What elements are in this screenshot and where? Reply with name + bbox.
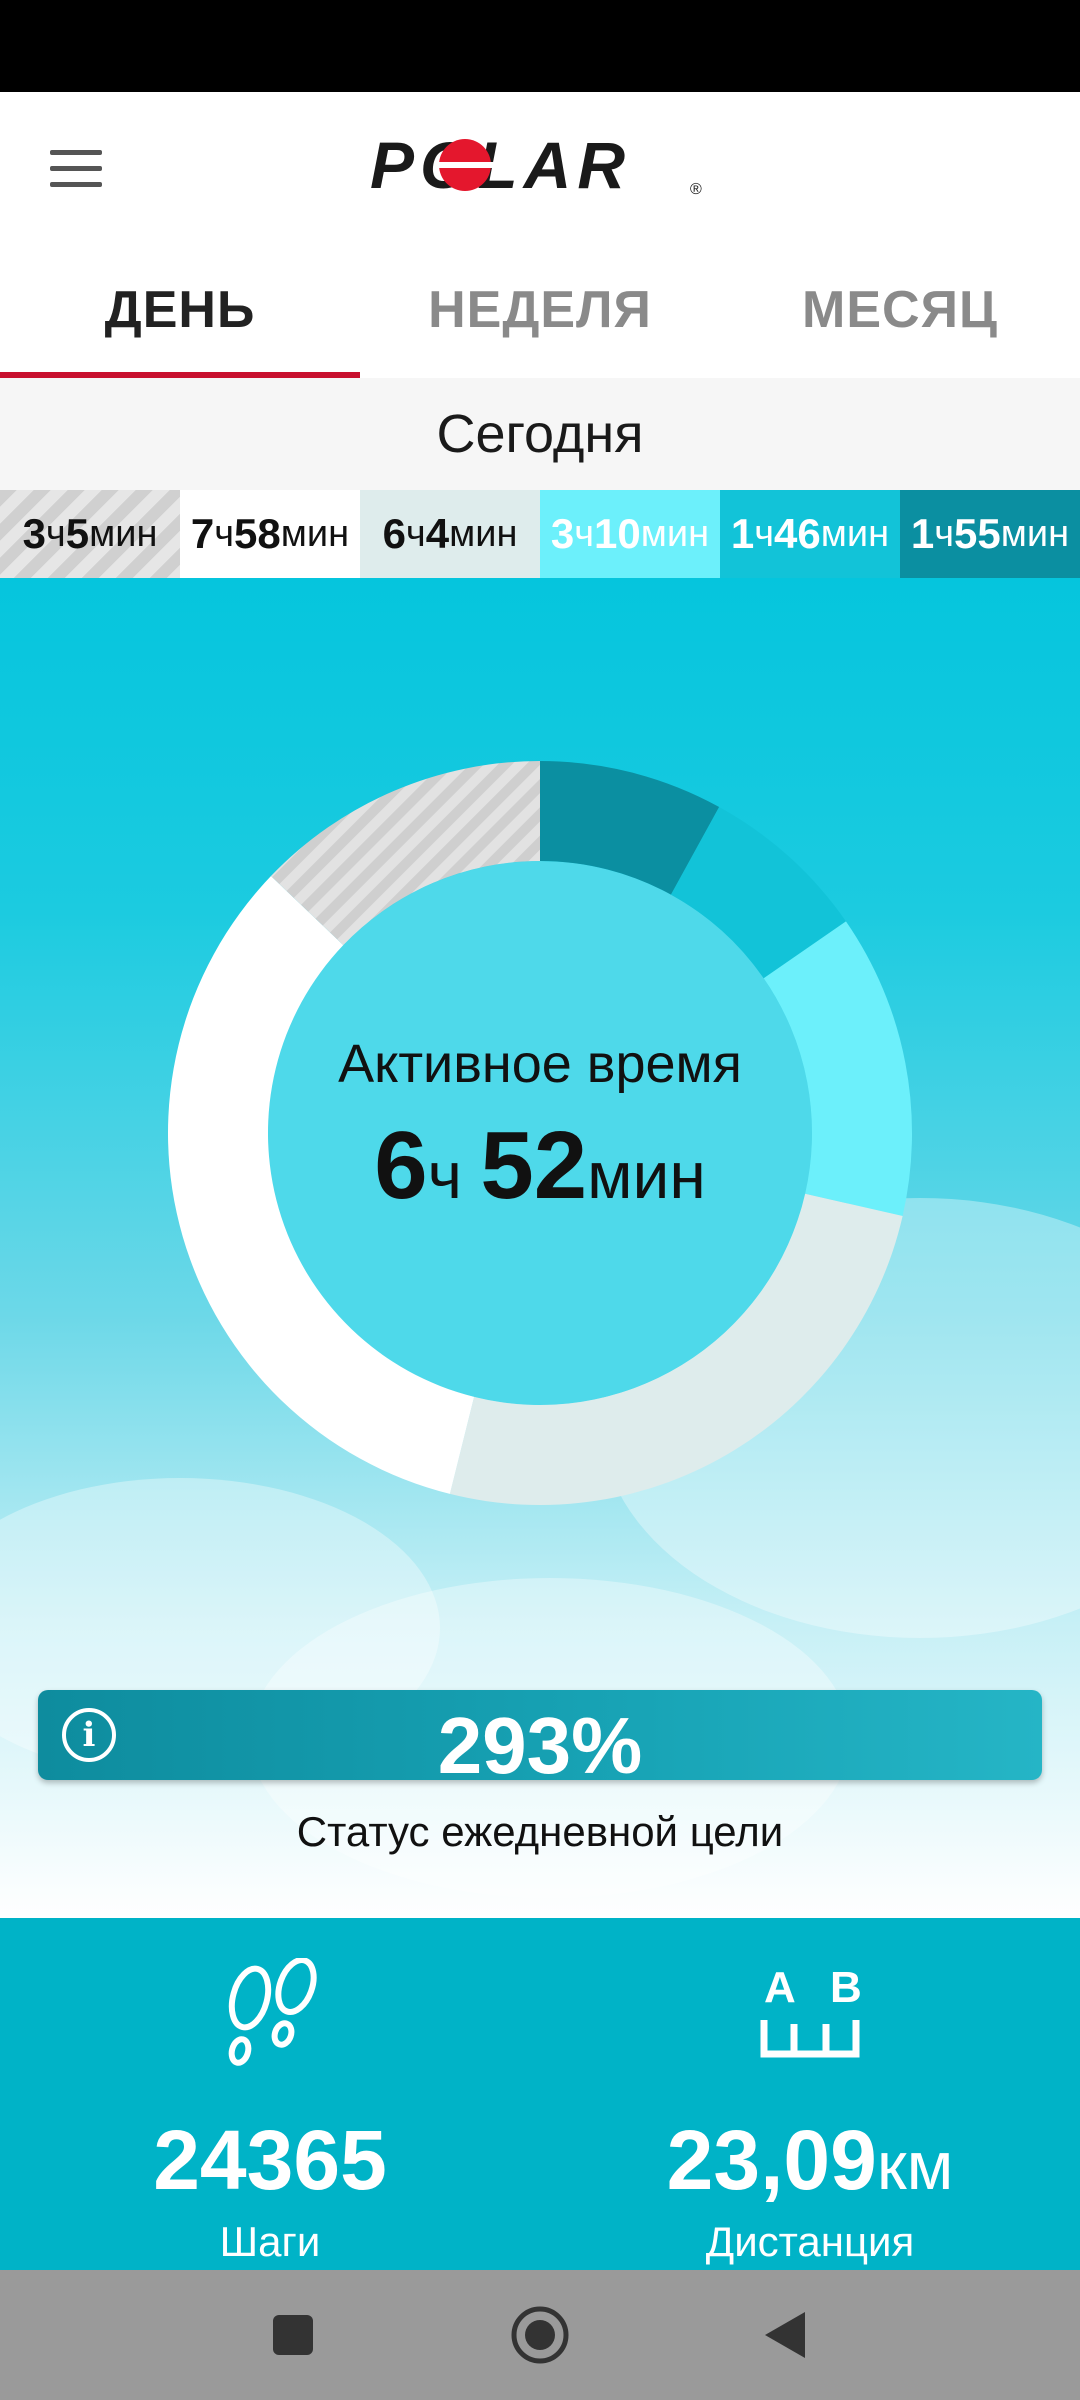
distance-label: Дистанция (705, 2218, 915, 2265)
zone-medium[interactable]: 6 ч 4 мин (360, 490, 540, 578)
active-time-value: 6ч 52мин (374, 1112, 706, 1219)
app-header: POLAR ® (0, 92, 1080, 242)
menu-icon[interactable] (30, 122, 122, 214)
goal-caption: Статус ежедневной цели (296, 1808, 784, 1855)
zone-highest[interactable]: 1 ч 55 мин (900, 490, 1080, 578)
tab-week[interactable]: НЕДЕЛЯ (360, 242, 720, 378)
registered-mark: ® (690, 181, 702, 198)
point-a-letter: A (764, 1963, 796, 2012)
active-time-label: Активное время (338, 1034, 742, 1094)
stats-panel: 24365 Шаги A B 23,09км Дистанция (0, 1918, 1080, 2270)
status-bar (0, 0, 1080, 92)
square-icon (273, 2315, 313, 2355)
activity-zones-bar: 3 ч 5 мин 7 ч 58 мин 6 ч 4 мин 3 ч 10 мин 1 ч 46 мин 1ч… (0, 490, 1080, 578)
back-triangle-icon (765, 2312, 805, 2358)
polar-logo: POLAR ® (370, 132, 702, 202)
point-b-letter: B (830, 1963, 862, 2012)
home-button[interactable] (505, 2300, 575, 2370)
date-label: Сегодня (0, 378, 1080, 490)
activity-main-panel: Активное время 6ч 52мин i 293% Статус еж… (0, 578, 1080, 1918)
steps-stat[interactable]: 24365 Шаги (0, 1918, 540, 2270)
distance-stat[interactable]: A B 23,09км Дистанция (540, 1918, 1080, 2270)
back-button[interactable] (750, 2300, 820, 2370)
goal-percent: 293% (437, 1701, 643, 1781)
steps-label: Шаги (219, 2218, 321, 2265)
footprints-icon (228, 1958, 317, 2066)
zone-low[interactable]: 7 ч 58 мин (180, 490, 360, 578)
period-tabs: ДЕНЬ НЕДЕЛЯ МЕСЯЦ (0, 242, 1080, 378)
zone-high[interactable]: 3 ч 10 мин (540, 490, 720, 578)
recents-button[interactable] (258, 2300, 328, 2370)
logo-text: POLAR (370, 132, 631, 202)
tab-day[interactable]: ДЕНЬ (0, 242, 360, 378)
steps-value: 24365 (153, 2113, 387, 2207)
zone-higher[interactable]: 1 ч 46 мин (720, 490, 900, 578)
daily-goal-bar[interactable]: i 293% (38, 1690, 1042, 1780)
tab-month[interactable]: МЕСЯЦ (720, 242, 1080, 378)
a-to-b-distance-icon: A B (760, 1963, 862, 2058)
system-nav-bar (0, 2270, 1080, 2400)
home-circle-icon (511, 2306, 569, 2364)
zone-sedentary[interactable]: 3 ч 5 мин (0, 490, 180, 578)
distance-value: 23,09км (666, 2113, 954, 2207)
